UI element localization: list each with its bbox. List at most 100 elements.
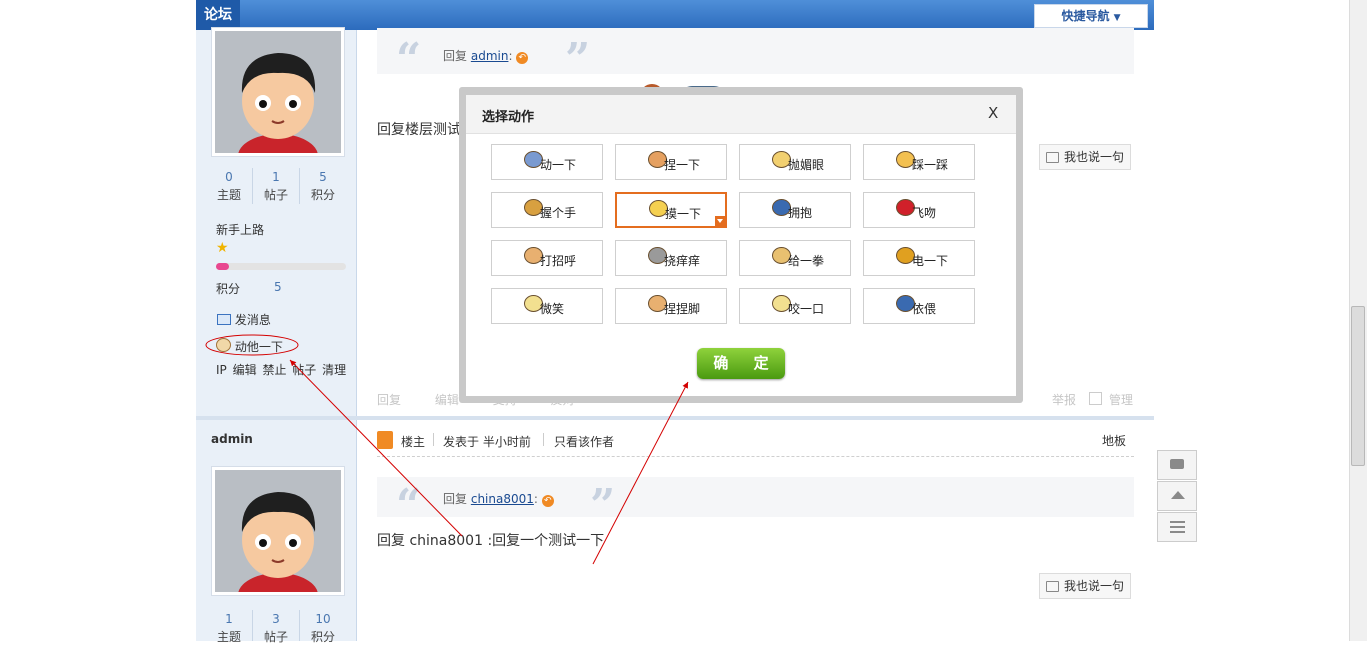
action-option[interactable]: 捏一下 (615, 144, 727, 180)
ip-link[interactable]: IP (216, 363, 227, 377)
action-option[interactable]: 抛媚眼 (739, 144, 851, 180)
author-name[interactable]: admin (211, 432, 253, 446)
jump-to-post-icon[interactable]: ↶ (541, 495, 554, 507)
top-navbar (196, 0, 1154, 30)
jump-to-post-icon[interactable]: ↶ (516, 52, 529, 64)
chevron-down-icon: ▼ (1113, 13, 1121, 23)
action-label: 动一下 (540, 158, 577, 172)
close-quote-icon: ” (590, 480, 616, 531)
level-progress-bar (216, 263, 346, 270)
comment-tool-button[interactable] (1157, 450, 1197, 480)
stat-label: 主题 (216, 630, 241, 644)
send-message-label: 发消息 (234, 313, 271, 327)
list-tool-button[interactable] (1157, 512, 1197, 542)
stat-posts[interactable]: 3 帖子 (253, 612, 299, 645)
stat-value: 10 (315, 612, 331, 626)
action-label: 微笑 (540, 302, 565, 316)
action-label: 拥抱 (788, 206, 813, 220)
close-button[interactable]: X (988, 104, 998, 122)
action-label: 打招呼 (540, 254, 577, 268)
reply-action[interactable]: 回复 (377, 393, 401, 407)
action-option[interactable]: 摸一下 (615, 192, 727, 228)
action-label: 捏一下 (664, 158, 701, 172)
avatar-image (215, 470, 341, 592)
action-option[interactable]: 打招呼 (491, 240, 603, 276)
action-option[interactable]: 微笑 (491, 288, 603, 324)
list-icon (1170, 521, 1185, 533)
stat-posts[interactable]: 1 帖子 (253, 170, 299, 203)
quick-nav-button[interactable]: 快捷导航 ▼ (1034, 4, 1148, 28)
only-author-link[interactable]: 只看该作者 (554, 433, 614, 450)
action-option[interactable]: 握个手 (491, 192, 603, 228)
say-something-button[interactable]: 我也说一句 (1039, 573, 1131, 599)
mail-icon (217, 314, 231, 325)
report-link[interactable]: 举报 (1052, 391, 1076, 408)
action-label: 踩一踩 (912, 158, 949, 172)
stat-label: 积分 (310, 630, 335, 644)
action-label: 握个手 (540, 206, 577, 220)
action-label: 捏捏脚 (664, 302, 701, 316)
quote-reply-line: 回复 china8001: ↶ (443, 490, 554, 507)
back-to-top-button[interactable] (1157, 481, 1197, 511)
comment-icon (1170, 459, 1184, 469)
confirm-button[interactable]: 确 定 (697, 348, 785, 379)
arrow-up-icon (1171, 491, 1185, 499)
action-label: 依偎 (912, 302, 937, 316)
selected-check-icon (715, 216, 725, 226)
forum-tab[interactable]: 论坛 (196, 0, 240, 30)
quote-user-link[interactable]: admin (471, 49, 509, 63)
ban-link[interactable]: 禁止 (262, 363, 286, 377)
send-message-link[interactable]: 发消息 (217, 311, 271, 328)
stat-points[interactable]: 10 积分 (300, 612, 346, 645)
stat-value: 5 (319, 170, 327, 184)
action-label: 咬一口 (788, 302, 825, 316)
manage-link[interactable]: 管理 (1109, 391, 1133, 408)
quote-user-link[interactable]: china8001 (471, 492, 534, 506)
action-option[interactable]: 动一下 (491, 144, 603, 180)
action-option[interactable]: 给一拳 (739, 240, 851, 276)
stat-value: 1 (272, 170, 280, 184)
louzhu-label: 楼主 (401, 435, 426, 449)
stat-points[interactable]: 5 积分 (300, 170, 346, 203)
posts-link[interactable]: 帖子 (292, 363, 316, 377)
stat-threads[interactable]: 0 主题 (206, 170, 252, 203)
star-icon: ★ (216, 240, 229, 256)
action-option[interactable]: 咬一口 (739, 288, 851, 324)
open-quote-icon: “ (396, 480, 422, 531)
action-option[interactable]: 踩一踩 (863, 144, 975, 180)
scrollbar-thumb[interactable] (1351, 306, 1365, 466)
open-quote-icon: “ (396, 34, 422, 85)
stat-label: 积分 (310, 188, 335, 202)
quote-prefix: 回复 (443, 49, 468, 63)
dialog-title: 选择动作 (482, 110, 535, 125)
action-option[interactable]: 捏捏脚 (615, 288, 727, 324)
post-time: 发表于 半小时前 (443, 435, 531, 449)
clean-link[interactable]: 清理 (322, 363, 346, 377)
admin-links: IP 编辑 禁止 帖子 清理 (216, 361, 346, 378)
close-quote-icon: ” (565, 34, 591, 85)
stat-threads[interactable]: 1 主题 (206, 612, 252, 645)
action-option[interactable]: 挠痒痒 (615, 240, 727, 276)
edit-user-link[interactable]: 编辑 (233, 363, 257, 377)
action-option[interactable]: 飞吻 (863, 192, 975, 228)
comment-icon (1046, 581, 1059, 592)
points-value: 5 (274, 280, 282, 294)
comment-icon (1046, 152, 1059, 163)
edit-action[interactable]: 编辑 (435, 393, 459, 407)
manage-checkbox[interactable] (1089, 392, 1102, 405)
action-label: 电一下 (912, 254, 949, 268)
quote-reply-line: 回复 admin: ↶ (443, 47, 529, 64)
dialog-header (466, 95, 1016, 134)
points-label: 积分 (216, 282, 241, 296)
avatar[interactable] (212, 467, 344, 595)
avatar-image (215, 31, 341, 153)
avatar[interactable] (212, 28, 344, 156)
level-progress-fill (216, 263, 229, 270)
say-something-button[interactable]: 我也说一句 (1039, 144, 1131, 170)
action-option[interactable]: 依偎 (863, 288, 975, 324)
action-option[interactable]: 电一下 (863, 240, 975, 276)
say-something-label: 我也说一句 (1064, 150, 1125, 164)
stat-label: 帖子 (263, 188, 288, 202)
action-option[interactable]: 拥抱 (739, 192, 851, 228)
divider (433, 433, 434, 446)
